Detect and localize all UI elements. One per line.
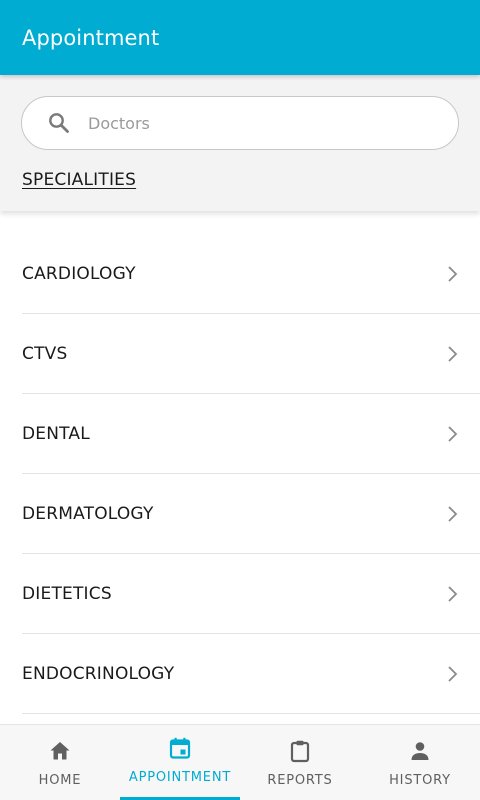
list-item-label: CTVS	[22, 343, 68, 364]
app-bar: Appointment	[0, 0, 480, 75]
list-item-label: DIETETICS	[22, 583, 112, 604]
chevron-right-icon	[448, 346, 458, 362]
home-icon	[50, 742, 70, 760]
list-item[interactable]: DENTAL	[22, 394, 480, 474]
list-item-label: DENTAL	[22, 423, 90, 444]
list-item[interactable]: ENDOCRINOLOGY	[22, 634, 480, 714]
nav-label: HISTORY	[389, 773, 451, 788]
chevron-right-icon	[448, 586, 458, 602]
chevron-right-icon	[448, 666, 458, 682]
search-input[interactable]	[88, 109, 428, 137]
nav-label: HOME	[38, 773, 82, 788]
list-item-label: CARDIOLOGY	[22, 263, 136, 284]
bottom-nav: HOME APPOINTMENT REPORTS HISTORY	[0, 724, 480, 800]
nav-item-reports[interactable]: REPORTS	[240, 725, 360, 800]
nav-label: REPORTS	[267, 773, 333, 788]
list-item-label: DERMATOLOGY	[22, 503, 154, 524]
nav-label: APPOINTMENT	[128, 770, 232, 785]
list-item[interactable]: DERMATOLOGY	[22, 474, 480, 554]
nav-item-home[interactable]: HOME	[0, 725, 120, 800]
specialities-link[interactable]: SPECIALITIES	[22, 170, 136, 190]
person-icon	[411, 742, 429, 760]
calendar-icon	[169, 737, 191, 759]
list-item[interactable]: CARDIOLOGY	[22, 234, 480, 314]
nav-item-history[interactable]: HISTORY	[360, 725, 480, 800]
search-panel: SPECIALITIES	[0, 75, 480, 211]
clipboard-icon	[290, 740, 310, 763]
specialities-list: CARDIOLOGY CTVS DENTAL DERMATOLOGY DIETE…	[0, 234, 480, 714]
search-box[interactable]	[21, 96, 459, 150]
list-item-label: ENDOCRINOLOGY	[22, 663, 175, 684]
chevron-right-icon	[448, 266, 458, 282]
nav-item-appointment[interactable]: APPOINTMENT	[120, 725, 240, 800]
chevron-right-icon	[448, 506, 458, 522]
search-icon	[49, 113, 69, 133]
chevron-right-icon	[448, 426, 458, 442]
page-title: Appointment	[22, 25, 160, 50]
list-item[interactable]: CTVS	[22, 314, 480, 394]
list-item[interactable]: DIETETICS	[22, 554, 480, 634]
